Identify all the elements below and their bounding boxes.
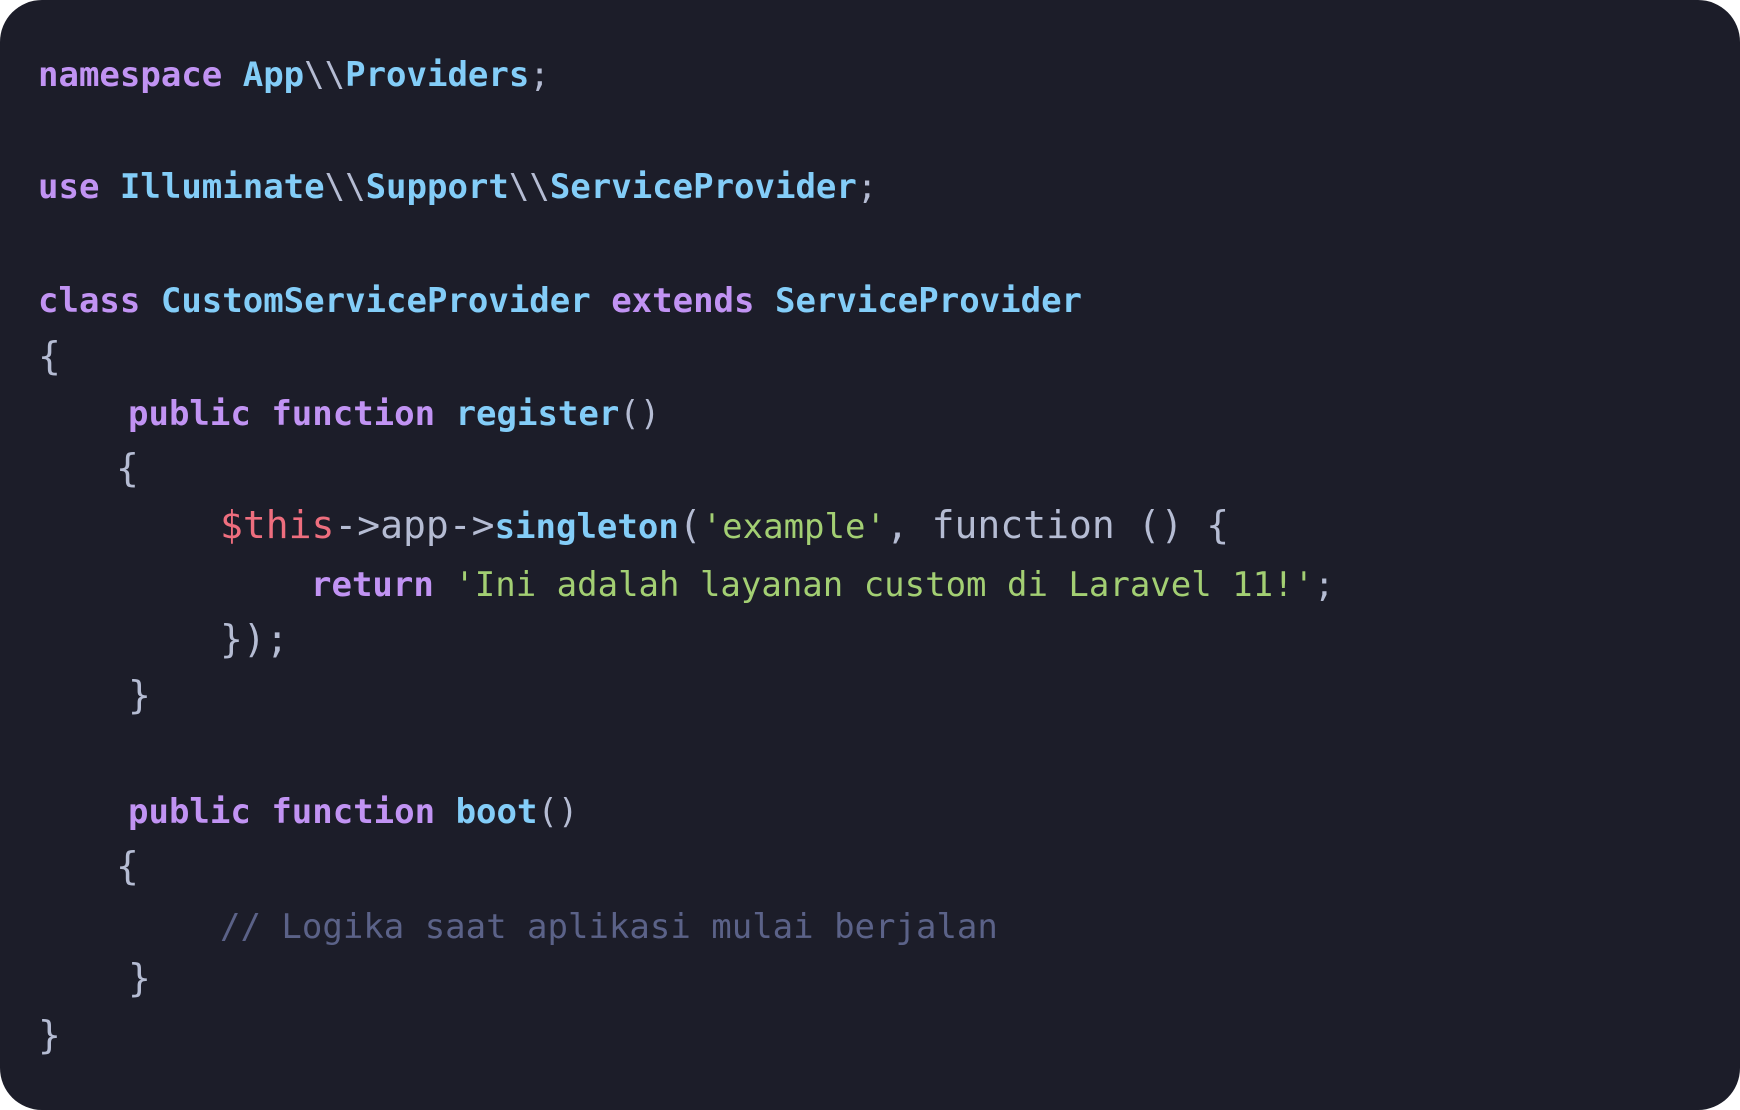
function-name: boot (455, 792, 538, 832)
brace: } (38, 1013, 61, 1057)
keyword: return (311, 565, 434, 605)
code-line-class-close: } (38, 1015, 61, 1055)
code-line-namespace: namespace App\\Providers; (38, 55, 550, 95)
keyword: public (128, 394, 251, 434)
code-line-boot-open: { (116, 846, 139, 886)
code-line-singleton-call: $this->app->singleton('example', functio… (220, 503, 1230, 547)
closure-start: , function () { (885, 503, 1230, 547)
keyword: use (38, 167, 100, 207)
code-line-register-open: { (116, 448, 139, 488)
string-literal: 'Ini adalah layanan custom di Laravel 11… (454, 565, 1315, 605)
method-name: singleton (494, 507, 679, 547)
parent-class-name: ServiceProvider (774, 281, 1083, 321)
keyword: class (38, 281, 141, 321)
namespace-segment: ServiceProvider (549, 167, 857, 207)
code-line-closure-close: }); (220, 619, 289, 659)
namespace-separator: \\ (304, 55, 346, 95)
brace: { (116, 844, 139, 888)
function-name: register (455, 394, 620, 434)
namespace-separator: \\ (324, 167, 366, 207)
code-line-register-close: } (128, 675, 151, 715)
parentheses: () (619, 394, 661, 434)
semicolon: ; (529, 55, 550, 95)
code-line-class-declaration: class CustomServiceProvider extends Serv… (38, 281, 1082, 321)
keyword: extends (611, 281, 755, 321)
keyword: function (271, 394, 436, 434)
code-line-return: return 'Ini adalah layanan custom di Lar… (311, 565, 1335, 605)
keyword: function (271, 792, 436, 832)
open-paren: ( (678, 503, 702, 547)
string-literal: 'example' (701, 507, 886, 547)
code-line-boot-signature: public function boot() (128, 792, 578, 832)
code-line-register-signature: public function register() (128, 394, 660, 434)
brace: { (38, 334, 61, 378)
code-comment: // Logika saat aplikasi mulai berjalan (220, 907, 998, 947)
property-name: app (380, 503, 449, 547)
brace: } (128, 673, 151, 717)
code-line-boot-close: } (128, 958, 151, 998)
namespace-segment: Support (365, 167, 509, 207)
semicolon: ; (1314, 565, 1335, 605)
namespace-separator: \\ (508, 167, 550, 207)
arrow-operator: -> (334, 503, 381, 547)
brace: } (128, 956, 151, 1000)
keyword: public (128, 792, 251, 832)
code-line-comment: // Logika saat aplikasi mulai berjalan (220, 907, 998, 947)
parentheses: () (537, 792, 579, 832)
namespace-segment: Providers (345, 55, 530, 95)
namespace-segment: Illuminate (119, 167, 325, 207)
code-snippet-card: namespace App\\Providers; use Illuminate… (0, 0, 1740, 1110)
closure-end: }); (220, 617, 289, 661)
keyword: namespace (38, 55, 223, 95)
variable: $this (220, 503, 335, 547)
code-line-class-open: { (38, 336, 61, 376)
class-name: CustomServiceProvider (160, 281, 591, 321)
brace: { (116, 446, 139, 490)
semicolon: ; (856, 167, 878, 207)
namespace-segment: App (242, 55, 305, 95)
arrow-operator: -> (448, 503, 495, 547)
code-line-use: use Illuminate\\Support\\ServiceProvider… (38, 167, 877, 207)
